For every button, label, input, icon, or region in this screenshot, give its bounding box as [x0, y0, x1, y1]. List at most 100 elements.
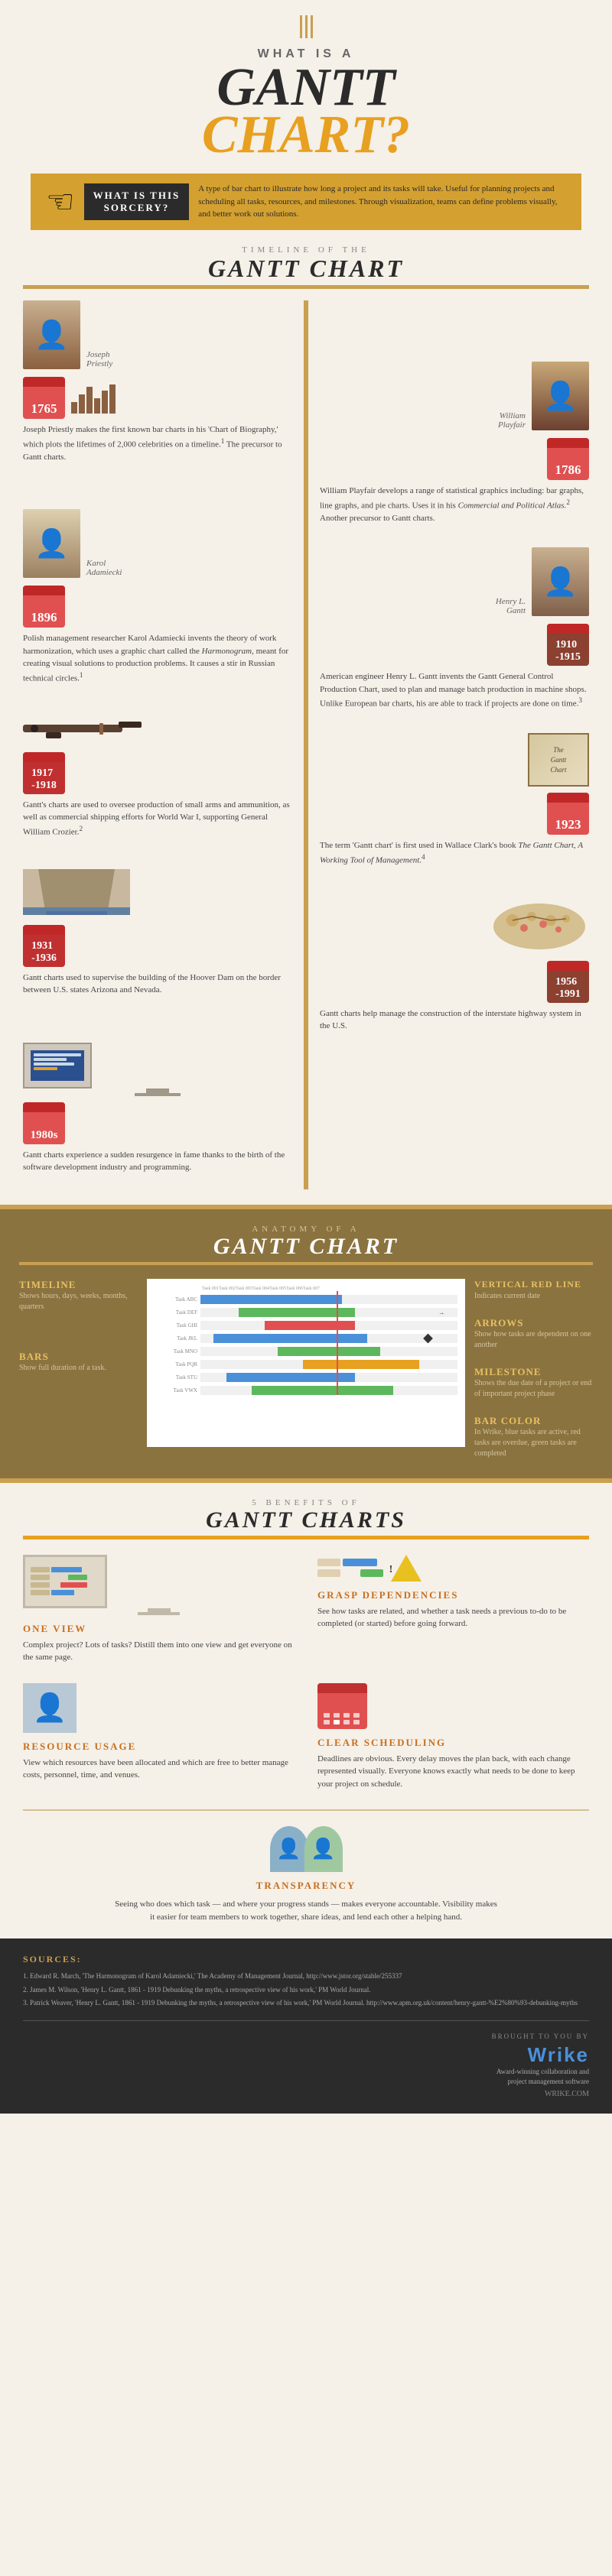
cal-1765: 1765	[23, 377, 65, 419]
timeline-center-divider	[304, 300, 308, 1189]
benefit-resource-usage: 👤 RESOURCE USAGE View which resources ha…	[23, 1683, 295, 1791]
computer-illustration	[23, 1043, 292, 1096]
gantt-row-2: Task DEF →	[155, 1308, 457, 1317]
footer-section: SOURCES: 1. Edward R. March, 'The Harmon…	[0, 1938, 612, 2114]
cal-1786: 1786	[547, 438, 589, 480]
anatomy-label-bars-title: Bars	[19, 1351, 138, 1363]
anatomy-label-milestone-title: Milestone	[474, 1366, 593, 1378]
benefit-grasp-dep-icon: !	[317, 1555, 589, 1582]
anatomy-section-header: ANATOMY OF A GANTT CHART	[19, 1225, 593, 1265]
cal-1931: 1931-1936	[23, 925, 65, 967]
year-1956-row: 1956-1991	[320, 961, 589, 1003]
year-1923-row: 1923	[320, 793, 589, 835]
entry-playfair: WilliamPlayfair 👤 1786 William Playfair …	[320, 362, 589, 524]
year-1917-row: 1917-1918	[23, 752, 292, 794]
entry-hoover: 1931-1936 Gantt charts used to supervise…	[23, 869, 292, 997]
desc-wwi: Gantt's charts are used to oversee produ…	[23, 799, 292, 839]
anatomy-label-text: ANATOMY OF A	[19, 1225, 593, 1234]
chart-word: CHART?	[202, 105, 410, 164]
entry-adamiecki: 👤 KarolAdamiecki 1896 Polish management …	[23, 509, 292, 685]
benefits-grid: ONE VIEW Complex project? Lots of tasks?…	[23, 1555, 589, 1791]
timeline-section-title: GANTT CHART	[23, 255, 589, 283]
gantt-row-5: Task MNO	[155, 1347, 457, 1356]
year-1980s-row: 1980s	[23, 1102, 292, 1144]
year-1765-row: 1765	[23, 377, 292, 419]
anatomy-label-timeline-desc: Shows hours, days, weeks, months, quarte…	[19, 1291, 138, 1312]
anatomy-right-labels: Vertical Red Line Indicates current date…	[474, 1279, 593, 1459]
timeline-title-bar	[23, 285, 589, 289]
benefit-resource-desc: View which resources have been allocated…	[23, 1757, 295, 1782]
entry-wwi: 1917-1918 Gantt's charts are used to ove…	[23, 715, 292, 839]
cal-1956: 1956-1991	[547, 961, 589, 1003]
sorcery-bar: ☞ WHAT IS THIS SORCERY? A type of bar ch…	[31, 174, 581, 230]
sorcery-description: A type of bar chart to illustrate how lo…	[198, 183, 566, 221]
portrait-gantt: 👤	[532, 547, 589, 616]
timeline-section: TIMELINE OF THE GANTT CHART 👤 JosephPrie…	[0, 230, 612, 1205]
benefit-one-view-title: ONE VIEW	[23, 1623, 295, 1635]
priestly-name: JosephPriestly	[86, 350, 112, 368]
desc-software: Gantt charts experience a sudden resurge…	[23, 1149, 292, 1174]
anatomy-label-timeline: Timeline Shows hours, days, weeks, month…	[19, 1279, 138, 1312]
benefit-transparency-icon: 👤 👤	[270, 1826, 343, 1872]
year-1931-row: 1931-1936	[23, 925, 292, 967]
sorcery-title2-text: SORCERY?	[93, 202, 181, 214]
timeline-section-header: TIMELINE OF THE GANTT CHART	[23, 245, 589, 289]
wrike-tagline: Award-winning collaboration and project …	[492, 2067, 589, 2088]
desc-hoover: Gantt charts used to supervise the build…	[23, 972, 292, 997]
entry-gantt-inventor: Henry L.Gantt 👤 1910-1915 American engin…	[320, 547, 589, 710]
cal-1917: 1917-1918	[23, 752, 65, 794]
benefit-one-view-desc: Complex project? Lots of tasks? Distill …	[23, 1639, 295, 1664]
benefits-section-title: GANTT CHARTS	[23, 1507, 589, 1533]
anatomy-label-milestone-desc: Shows the due date of a project or end o…	[474, 1378, 593, 1400]
anatomy-left-labels: Timeline Shows hours, days, weeks, month…	[19, 1279, 138, 1374]
cal-1910: 1910-1915	[547, 624, 589, 666]
cal-1923: 1923	[547, 793, 589, 835]
benefit-clear-scheduling: CLEAR SCHEDULING Deadlines are obvious. …	[317, 1683, 589, 1791]
gantt-inventor-name: Henry L.Gantt	[496, 597, 526, 615]
book-illustration: TheGanttChart	[320, 733, 589, 787]
anatomy-label-barcolor-desc: In Wrike, blue tasks are active, red tas…	[474, 1427, 593, 1459]
entry-highway: 1956-1991 Gantt charts help manage the c…	[320, 897, 589, 1033]
timeline-left-col: 👤 JosephPriestly 1765 Joseph Prie	[23, 300, 292, 1189]
anatomy-label-arrows-desc: Show how tasks are dependent on one anot…	[474, 1329, 593, 1351]
gantt-row-6: Task PQR	[155, 1360, 457, 1369]
anatomy-title-bar	[19, 1262, 593, 1265]
sorcery-label-box: WHAT IS THIS SORCERY?	[84, 183, 190, 220]
anatomy-label-timeline-title: Timeline	[19, 1279, 138, 1291]
gantt-row-8: Task VWX	[155, 1386, 457, 1395]
benefit-one-view-icon	[23, 1555, 295, 1615]
desc-gantt-book: The term 'Gantt chart' is first used in …	[320, 839, 589, 867]
benefits-section-label: 5 BENEFITS OF	[23, 1498, 589, 1507]
dam-illustration	[23, 869, 292, 919]
rifle-illustration	[23, 715, 292, 746]
benefits-section-header: 5 BENEFITS OF GANTT CHARTS	[23, 1498, 589, 1539]
entry-gantt-book: TheGanttChart 1923 The term 'Gantt chart…	[320, 733, 589, 867]
benefit-transparency-desc: Seeing who does which task — and where y…	[115, 1898, 497, 1923]
benefit-scheduling-icon	[317, 1683, 589, 1729]
playfair-name: WilliamPlayfair	[498, 411, 526, 430]
map-illustration	[320, 897, 589, 955]
barchart-priestly	[71, 383, 116, 414]
benefits-section: 5 BENEFITS OF GANTT CHARTS	[0, 1483, 612, 1939]
cal-1980s: 1980s	[23, 1102, 65, 1144]
desc-gantt-inventor: American engineer Henry L. Gantt invents…	[320, 670, 589, 710]
source-3: 3. Patrick Weaver, 'Henry L. Gantt, 1861…	[23, 1998, 589, 2009]
portrait-playfair: 👤	[532, 362, 589, 430]
benefit-grasp-dep: ! GRASP DEPENDENCIES See how tasks are r…	[317, 1555, 589, 1664]
gantt-row-1: Task ABC	[155, 1295, 457, 1304]
benefit-scheduling-desc: Deadlines are obvious. Every delay moves…	[317, 1753, 589, 1791]
entry-software: 1980s Gantt charts experience a sudden r…	[23, 1043, 292, 1174]
brought-by-label: BROUGHT TO YOU BY	[492, 2033, 589, 2040]
year-1910-row: 1910-1915	[320, 624, 589, 666]
benefits-title-bar	[23, 1536, 589, 1539]
sources-container: SOURCES: 1. Edward R. March, 'The Harmon…	[23, 1954, 589, 2009]
benefit-resource-icon: 👤	[23, 1683, 295, 1733]
entry-priestly: 👤 JosephPriestly 1765 Joseph Prie	[23, 300, 292, 463]
anatomy-label-vrl-title: Vertical Red Line	[474, 1279, 593, 1291]
timeline-right-col: WilliamPlayfair 👤 1786 William Playfair …	[320, 300, 589, 1189]
anatomy-label-arrows-title: Arrows	[474, 1317, 593, 1329]
timeline-section-label: TIMELINE OF THE	[23, 245, 589, 255]
sources-title: SOURCES:	[23, 1954, 589, 1965]
gantt-row-3: Task GHI	[155, 1321, 457, 1330]
top-lines	[31, 15, 581, 38]
